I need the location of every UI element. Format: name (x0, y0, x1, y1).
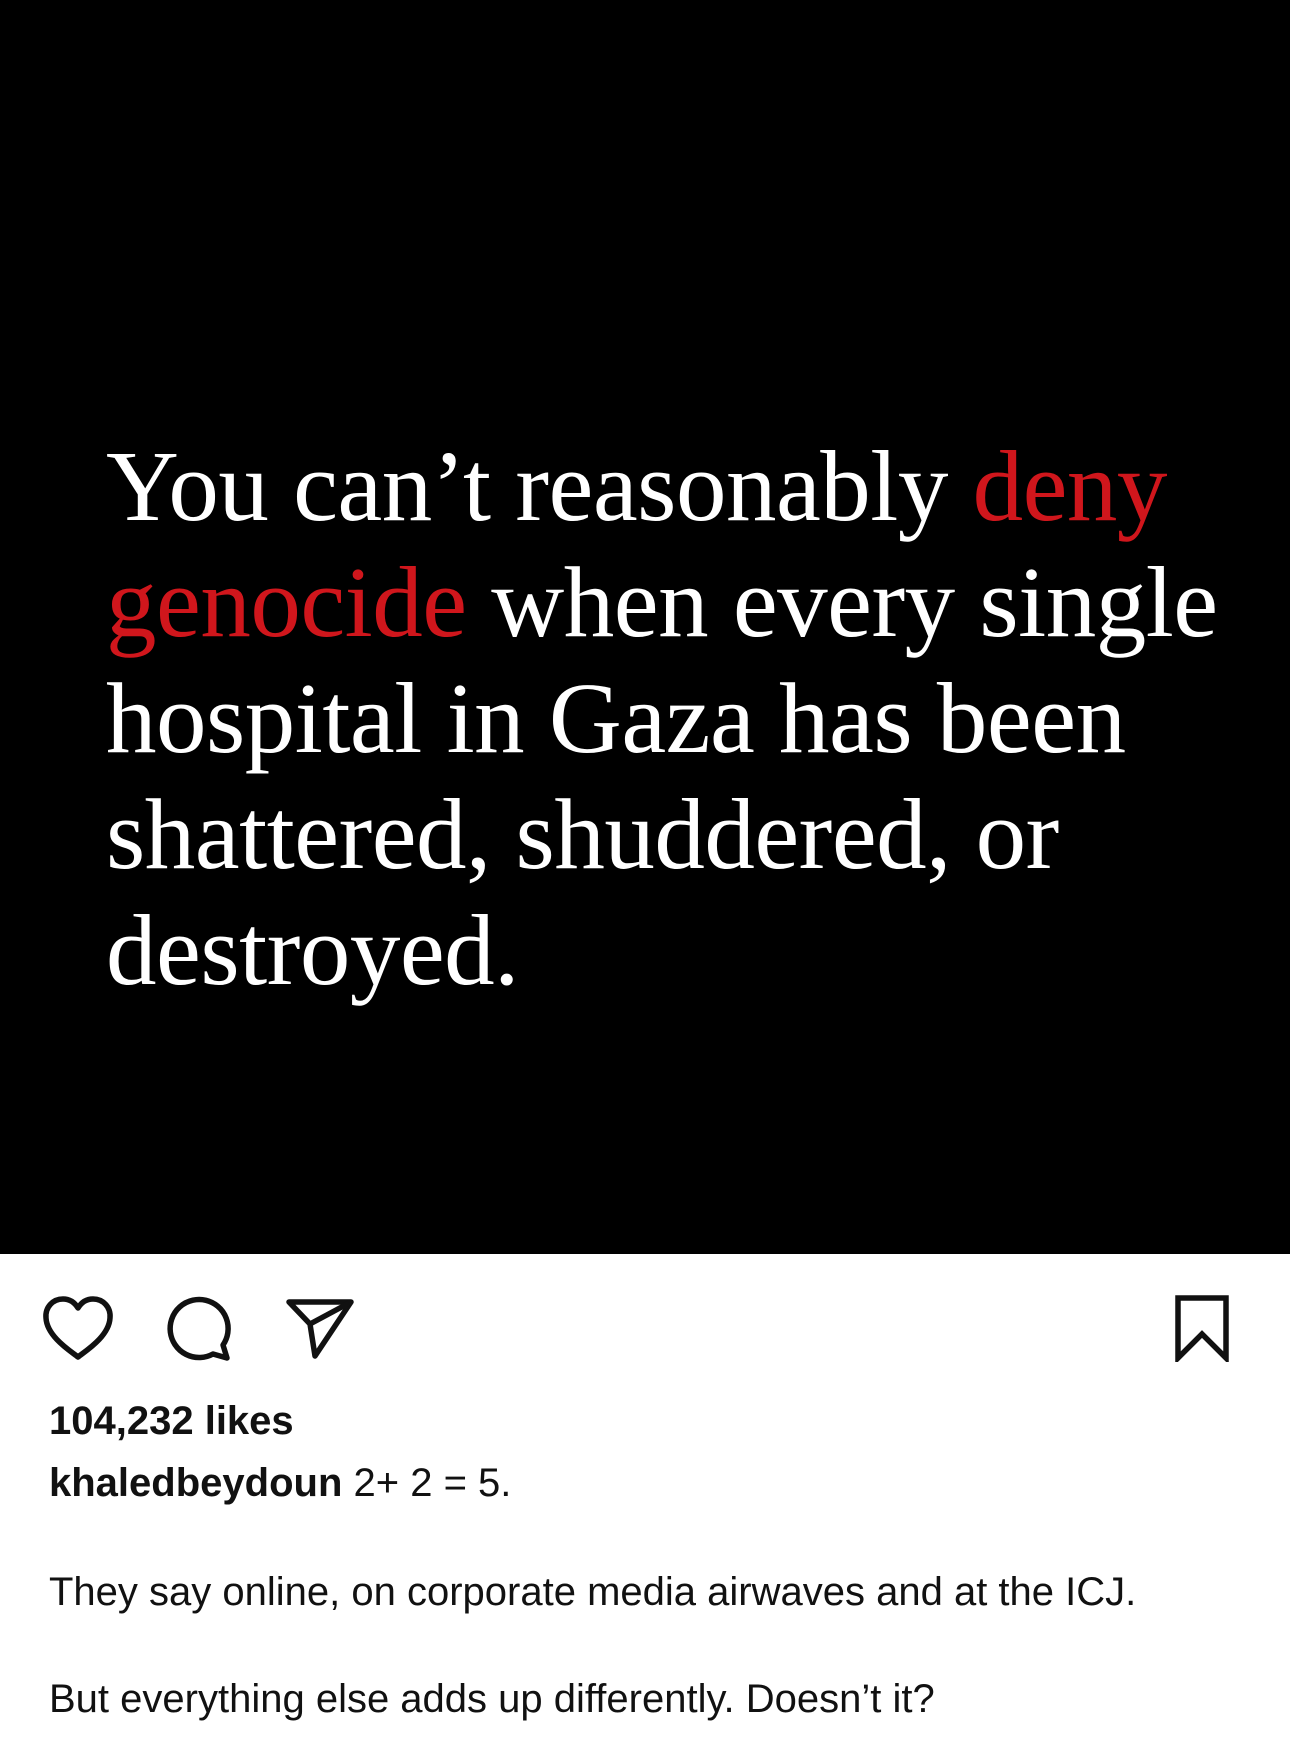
caption-first-line: khaledbeydoun 2+ 2 = 5. (49, 1458, 511, 1508)
post-image[interactable]: You can’t reasonably deny genocide when … (0, 0, 1290, 1254)
comment-bubble-icon (167, 1296, 231, 1361)
save-button[interactable] (1164, 1290, 1240, 1366)
post-image-quote: You can’t reasonably deny genocide when … (106, 428, 1276, 1008)
quote-text-start: You can’t reasonably (106, 430, 973, 542)
heart-icon (43, 1296, 113, 1360)
comment-button[interactable] (160, 1290, 236, 1366)
paper-plane-icon (286, 1299, 354, 1359)
caption-paragraph: But everything else adds up differently.… (49, 1677, 935, 1721)
caption-username[interactable]: khaledbeydoun (49, 1461, 342, 1505)
share-button[interactable] (282, 1290, 358, 1366)
caption-text: 2+ 2 = 5. (342, 1461, 512, 1505)
like-button[interactable] (40, 1290, 116, 1366)
bookmark-icon (1175, 1295, 1229, 1362)
caption-paragraph: They say online, on corporate media airw… (49, 1570, 1137, 1614)
like-count[interactable]: 104,232 likes (49, 1396, 294, 1446)
post-action-bar (0, 1254, 1290, 1394)
